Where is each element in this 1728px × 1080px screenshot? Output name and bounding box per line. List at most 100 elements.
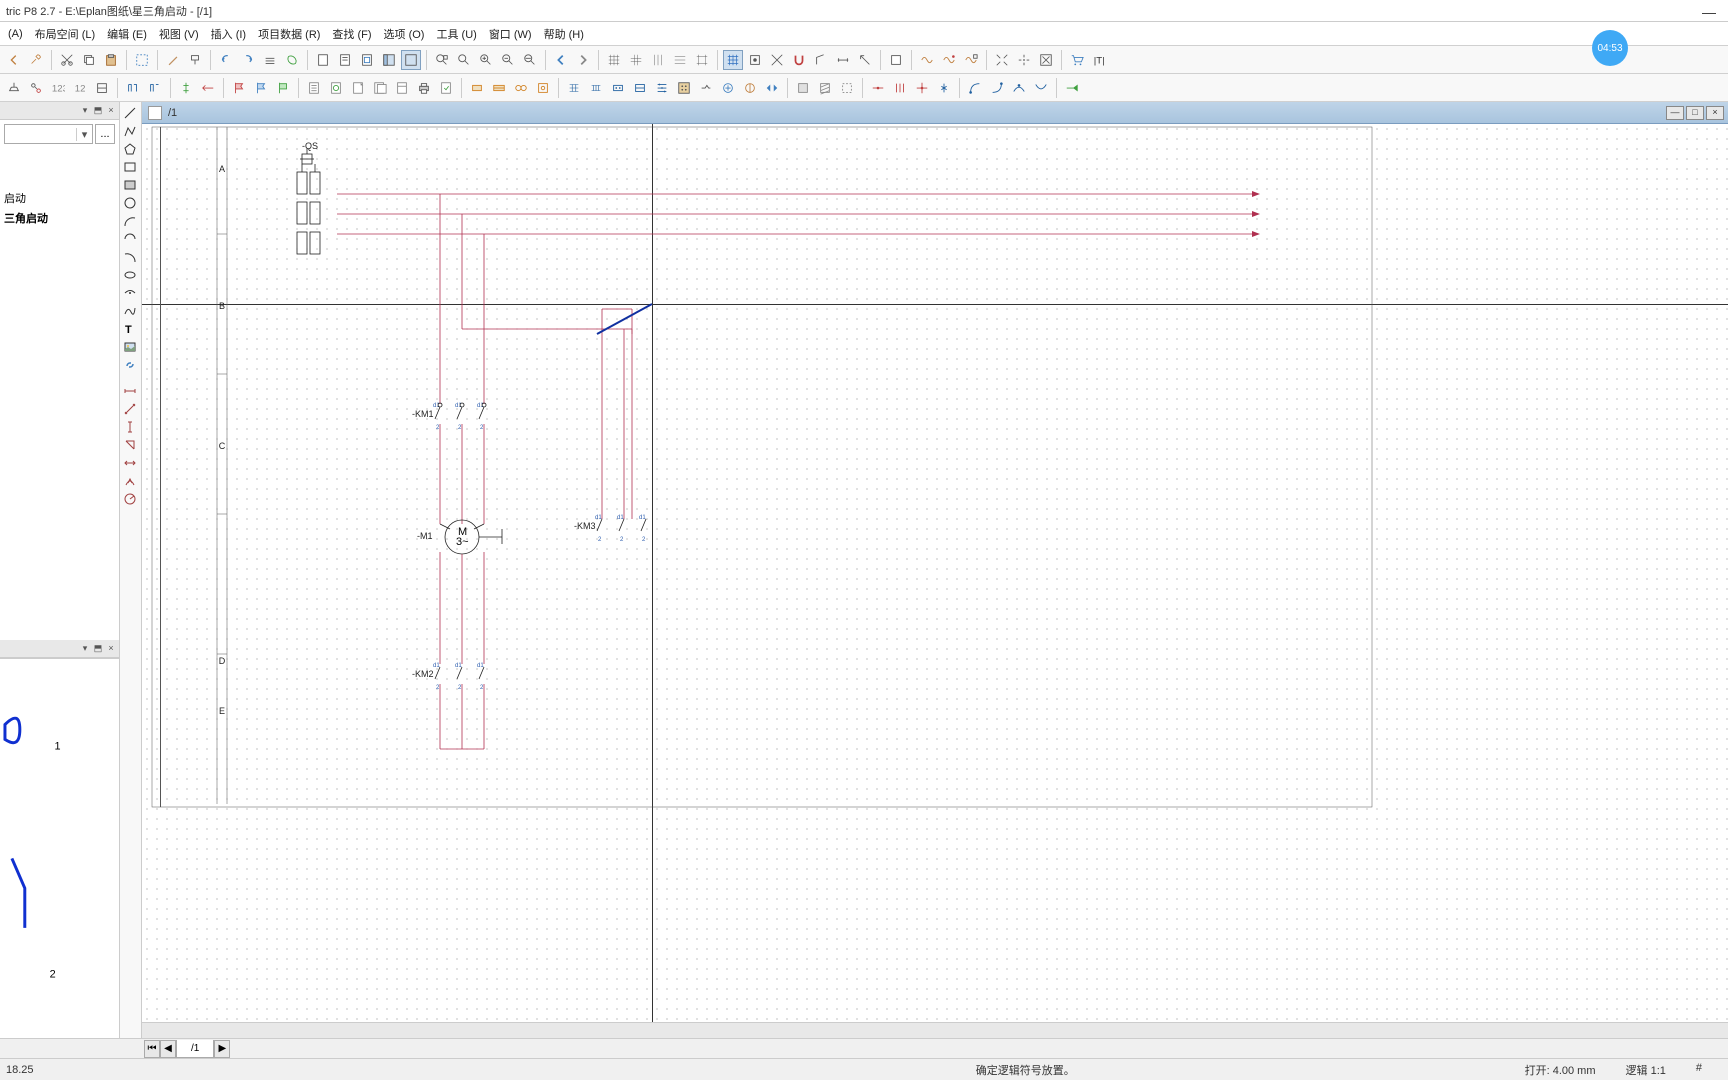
vtool-line[interactable] <box>120 104 140 122</box>
t2-print[interactable] <box>414 78 434 98</box>
t2-arc4[interactable] <box>1031 78 1051 98</box>
menu-window[interactable]: 窗口 (W) <box>485 24 536 44</box>
t2-6[interactable] <box>123 78 143 98</box>
tool-grid5[interactable] <box>692 50 712 70</box>
t2-hatch[interactable] <box>815 78 835 98</box>
tool-page1[interactable] <box>313 50 333 70</box>
t2-arc1[interactable] <box>965 78 985 98</box>
t2-7[interactable] <box>145 78 165 98</box>
tool-center[interactable] <box>1014 50 1034 70</box>
t2-w2[interactable] <box>890 78 910 98</box>
t2-doc5[interactable] <box>392 78 412 98</box>
tab-next-icon[interactable]: ▶ <box>214 1040 230 1058</box>
t2-sym1[interactable] <box>467 78 487 98</box>
t2-doc4[interactable] <box>370 78 390 98</box>
vtool-dim6[interactable] <box>120 472 140 490</box>
tool-undo[interactable] <box>216 50 236 70</box>
menu-insert[interactable]: 插入 (I) <box>207 24 250 44</box>
tool-dim[interactable] <box>833 50 853 70</box>
t2-w1[interactable] <box>868 78 888 98</box>
t2-doc1[interactable] <box>304 78 324 98</box>
tool-snap2[interactable] <box>745 50 765 70</box>
vtool-link[interactable] <box>120 356 140 374</box>
vtool-ellarc[interactable] <box>120 284 140 302</box>
t2-conn3[interactable] <box>608 78 628 98</box>
vtool-rect-fill[interactable] <box>120 176 140 194</box>
t2-conn1[interactable] <box>564 78 584 98</box>
tool-expand[interactable] <box>992 50 1012 70</box>
tool-grid4[interactable] <box>670 50 690 70</box>
tool-page2[interactable] <box>335 50 355 70</box>
vtool-dim7[interactable] <box>120 490 140 508</box>
vtool-dim5[interactable] <box>120 454 140 472</box>
tool-page-mode[interactable] <box>886 50 906 70</box>
panel-dropdown-icon[interactable]: ▾ <box>79 105 91 117</box>
browse-button[interactable]: ... <box>95 124 115 144</box>
document-tab[interactable]: /1 — □ × <box>142 102 1728 124</box>
tool-nav-fwd[interactable] <box>573 50 593 70</box>
t2-sym3[interactable] <box>511 78 531 98</box>
tool-wrench[interactable] <box>26 50 46 70</box>
vtool-image[interactable] <box>120 338 140 356</box>
tool-zoom-out[interactable] <box>498 50 518 70</box>
menu-project-data[interactable]: 项目数据 (R) <box>254 24 324 44</box>
tool-refresh[interactable] <box>282 50 302 70</box>
tool-copy[interactable] <box>79 50 99 70</box>
tool-cart[interactable] <box>1067 50 1087 70</box>
menu-a[interactable]: (A) <box>4 26 27 42</box>
tool-dim2[interactable] <box>855 50 875 70</box>
vtool-dim4[interactable] <box>120 436 140 454</box>
menu-tools[interactable]: 工具 (U) <box>432 24 480 44</box>
t2-conn7[interactable] <box>696 78 716 98</box>
tool-nav-back[interactable] <box>551 50 571 70</box>
t2-arc2[interactable] <box>987 78 1007 98</box>
t2-conn5[interactable] <box>652 78 672 98</box>
menu-find[interactable]: 查找 (F) <box>328 24 375 44</box>
panel-close-icon[interactable]: × <box>105 105 117 117</box>
tab-prev-icon[interactable]: ◀ <box>160 1040 176 1058</box>
t2-conn10[interactable] <box>762 78 782 98</box>
combo-box[interactable]: ▾ <box>4 124 93 144</box>
t2-9[interactable] <box>198 78 218 98</box>
tool-redo[interactable] <box>238 50 258 70</box>
menu-help[interactable]: 帮助 (H) <box>540 24 588 44</box>
tool-paste[interactable] <box>101 50 121 70</box>
vtool-rect[interactable] <box>120 158 140 176</box>
tree-item-2[interactable]: 三角启动 <box>4 208 115 228</box>
chevron-down-icon[interactable]: ▾ <box>76 128 92 141</box>
panel-pin-icon[interactable]: ⬒ <box>92 105 104 117</box>
tool-magnet[interactable] <box>789 50 809 70</box>
preview-close-icon[interactable]: × <box>105 643 117 655</box>
t2-conn9[interactable] <box>740 78 760 98</box>
doc-minimize-icon[interactable]: — <box>1666 106 1684 120</box>
tool-sig2[interactable] <box>939 50 959 70</box>
tool-sig3[interactable] <box>961 50 981 70</box>
tool-snap[interactable] <box>723 50 743 70</box>
vtool-dim3[interactable] <box>120 418 140 436</box>
t2-arc3[interactable] <box>1009 78 1029 98</box>
canvas-hscroll[interactable] <box>142 1022 1728 1038</box>
tool-undo-list[interactable] <box>260 50 280 70</box>
t2-2[interactable] <box>26 78 46 98</box>
tool-grid2[interactable] <box>626 50 646 70</box>
menu-layout[interactable]: 布局空间 (L) <box>31 24 100 44</box>
tool-cut[interactable] <box>57 50 77 70</box>
tool-grid1[interactable] <box>604 50 624 70</box>
tool-layout1[interactable] <box>379 50 399 70</box>
vtool-polyline[interactable] <box>120 122 140 140</box>
doc-maximize-icon[interactable]: □ <box>1686 106 1704 120</box>
tool-page3[interactable] <box>357 50 377 70</box>
minimize-icon[interactable]: — <box>1702 4 1716 20</box>
preview-pin-icon[interactable]: ⬒ <box>92 643 104 655</box>
vtool-dim2[interactable] <box>120 400 140 418</box>
tool-full[interactable] <box>1036 50 1056 70</box>
menu-options[interactable]: 选项 (O) <box>380 24 429 44</box>
tree-item-1[interactable]: 启动 <box>4 188 115 208</box>
vtool-arc1[interactable] <box>120 212 140 230</box>
tool-layout2[interactable] <box>401 50 421 70</box>
vtool-arc2[interactable] <box>120 230 140 248</box>
t2-flag1[interactable] <box>229 78 249 98</box>
tool-zoom-in[interactable] <box>476 50 496 70</box>
menu-edit[interactable]: 编辑 (E) <box>103 24 151 44</box>
t2-doc2[interactable] <box>326 78 346 98</box>
